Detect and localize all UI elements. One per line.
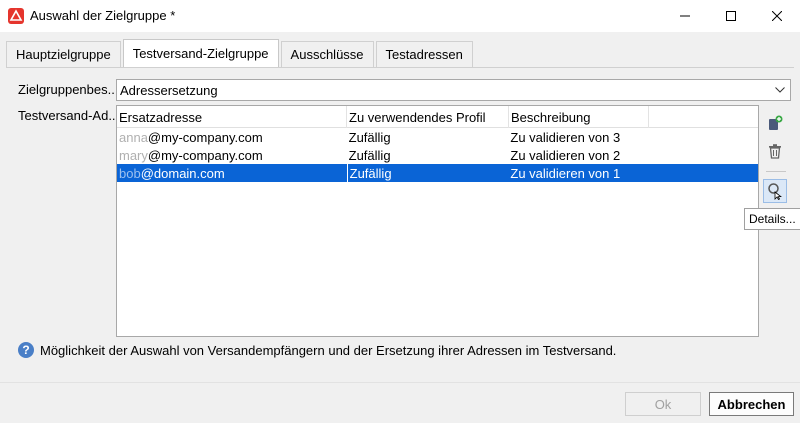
address-cell: bob @domain.com (117, 164, 347, 182)
magnifier-details-icon[interactable] (763, 179, 787, 203)
description-cell: Zu validieren von 3 (510, 129, 621, 145)
tab-ausschluesse[interactable]: Ausschlüsse (280, 41, 374, 67)
target-select-value: Adressersetzung (120, 83, 218, 98)
footer-divider (0, 382, 800, 383)
table-row[interactable]: anna @my-company.com Zufällig Zu validier… (117, 128, 758, 146)
cancel-button[interactable]: Abbrechen (709, 392, 794, 416)
tab-testversand-zielgruppe[interactable]: Testversand-Zielgruppe (122, 39, 279, 67)
tab-testadressen[interactable]: Testadressen (375, 41, 473, 67)
column-header-beschreibung[interactable]: Beschreibung (509, 106, 649, 128)
adobe-campaign-icon (8, 8, 24, 24)
window-title: Auswahl der Zielgruppe * (30, 8, 176, 23)
address-cell: anna @my-company.com (117, 128, 347, 146)
column-header-ersatzadresse[interactable]: Ersatzadresse (117, 106, 347, 128)
trash-icon[interactable] (763, 139, 787, 163)
target-select[interactable]: Adressersetzung (116, 79, 791, 101)
close-button[interactable] (754, 0, 800, 32)
description-cell: Zu validieren von 2 (510, 147, 621, 163)
minimize-button[interactable] (662, 0, 708, 32)
table-row[interactable]: mary @my-company.com Zufällig Zu validier… (117, 146, 758, 164)
toolbar-separator (766, 171, 786, 172)
testaddress-label: Testversand-Ad... (18, 108, 120, 123)
replacement-address-table[interactable]: Ersatzadresse Zu verwendendes Profil Bes… (116, 105, 759, 337)
profile-cell: Zufällig (348, 129, 391, 145)
column-header-profil[interactable]: Zu verwendendes Profil (347, 106, 509, 128)
table-header: Ersatzadresse Zu verwendendes Profil Bes… (117, 106, 758, 128)
tab-divider (6, 67, 794, 68)
profile-cell: Zufällig (348, 147, 391, 163)
info-message: ? Möglichkeit der Auswahl von Versandemp… (18, 342, 616, 358)
address-domain: @my-company.com (147, 147, 263, 163)
question-icon: ? (18, 342, 34, 358)
description-cell: Zu validieren von 1 (510, 165, 621, 181)
chevron-down-icon[interactable] (770, 80, 790, 100)
address-domain: @my-company.com (147, 129, 263, 145)
masked-name: bob (119, 165, 141, 181)
title-bar: Auswahl der Zielgruppe * (0, 0, 800, 32)
maximize-button[interactable] (708, 0, 754, 32)
profile-cell: Zufällig (346, 164, 509, 182)
tab-bar: Hauptzielgruppe Testversand-Zielgruppe A… (6, 39, 475, 67)
tab-hauptzielgruppe[interactable]: Hauptzielgruppe (6, 41, 121, 67)
masked-name: mary (119, 147, 148, 163)
address-cell: mary @my-company.com (117, 146, 347, 164)
details-tooltip: Details... (744, 208, 800, 230)
address-domain: @domain.com (140, 165, 225, 181)
masked-name: anna (119, 129, 148, 145)
table-row-selected[interactable]: bob @domain.com Zufällig Zu validieren vo… (117, 164, 758, 182)
ok-button[interactable]: Ok (625, 392, 701, 416)
target-label: Zielgruppenbes... (18, 82, 119, 97)
info-text: Möglichkeit der Auswahl von Versandempfä… (40, 342, 617, 358)
add-person-icon[interactable] (763, 111, 787, 135)
